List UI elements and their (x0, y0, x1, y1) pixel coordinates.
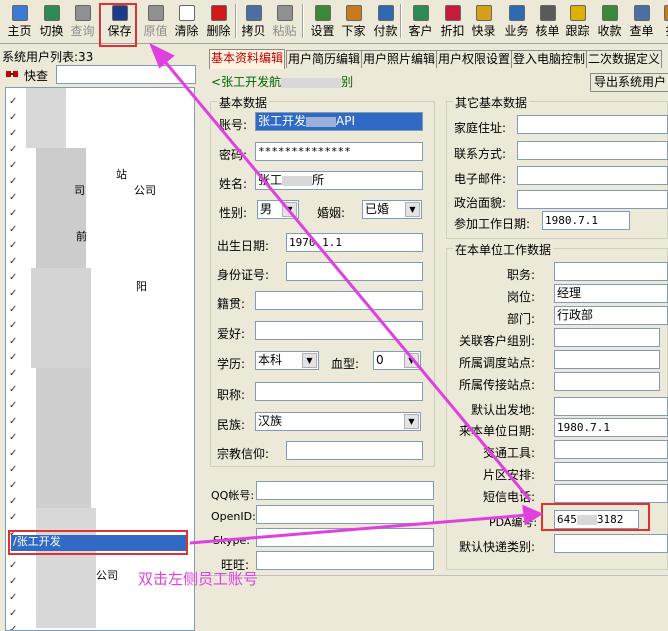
annotation-arrows (149, 42, 544, 545)
highlight-save-button (99, 3, 137, 47)
